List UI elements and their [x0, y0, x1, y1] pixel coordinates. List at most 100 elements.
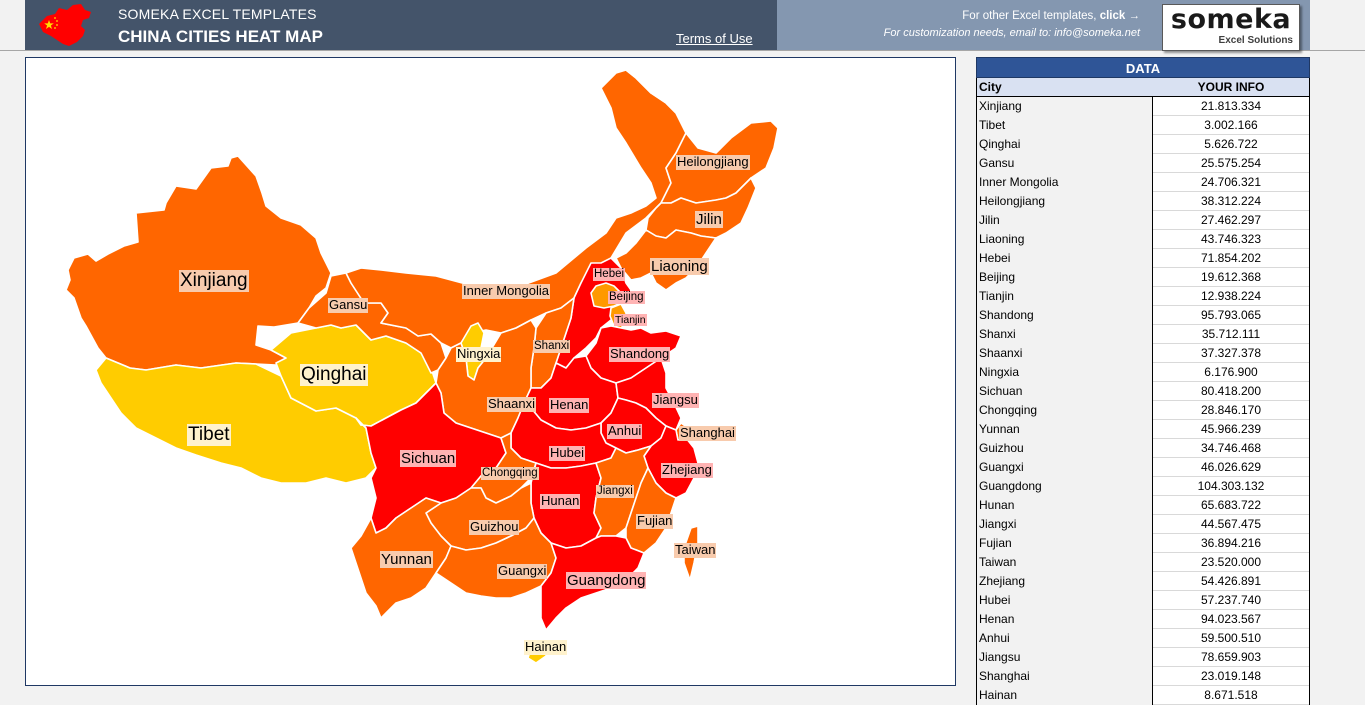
table-row: Sichuan 80.418.200 — [977, 382, 1309, 401]
value-cell[interactable]: 45.966.239 — [1153, 420, 1309, 439]
data-table-title: DATA — [976, 57, 1310, 78]
value-cell[interactable]: 44.567.475 — [1153, 515, 1309, 534]
value-cell[interactable]: 46.026.629 — [1153, 458, 1309, 477]
value-cell[interactable]: 65.683.722 — [1153, 496, 1309, 515]
promo-templates-text: For other Excel templates, click → — [962, 10, 1140, 22]
label-ningxia: Ningxia — [456, 346, 502, 362]
city-cell[interactable]: Hebei — [977, 249, 1153, 268]
data-table: DATA City YOUR INFO Xinjiang 21.813.334 Ti… — [976, 57, 1310, 705]
city-cell[interactable]: Fujian — [977, 534, 1153, 553]
city-cell[interactable]: Jiangsu — [977, 648, 1153, 667]
city-cell[interactable]: Sichuan — [977, 382, 1153, 401]
data-table-header-row: City YOUR INFO — [976, 78, 1310, 97]
city-cell[interactable]: Hubei — [977, 591, 1153, 610]
table-row: Tibet 3.002.166 — [977, 116, 1309, 135]
value-cell[interactable]: 3.002.166 — [1153, 116, 1309, 135]
city-cell[interactable]: Zhejiang — [977, 572, 1153, 591]
value-cell[interactable]: 25.575.254 — [1153, 154, 1309, 173]
city-cell[interactable]: Shanghai — [977, 667, 1153, 686]
city-cell[interactable]: Tianjin — [977, 287, 1153, 306]
value-cell[interactable]: 78.659.903 — [1153, 648, 1309, 667]
value-cell[interactable]: 12.938.224 — [1153, 287, 1309, 306]
table-row: Shandong 95.793.065 — [977, 306, 1309, 325]
table-row: Fujian 36.894.216 — [977, 534, 1309, 553]
value-cell[interactable]: 54.426.891 — [1153, 572, 1309, 591]
label-hebei: Hebei — [593, 268, 626, 282]
value-cell[interactable]: 57.237.740 — [1153, 591, 1309, 610]
label-henan: Henan — [549, 397, 590, 413]
city-cell[interactable]: Yunnan — [977, 420, 1153, 439]
value-cell[interactable]: 6.176.900 — [1153, 363, 1309, 382]
city-cell[interactable]: Beijing — [977, 268, 1153, 287]
value-cell[interactable]: 23.520.000 — [1153, 553, 1309, 572]
value-cell[interactable]: 27.462.297 — [1153, 211, 1309, 230]
value-cell[interactable]: 24.706.321 — [1153, 173, 1309, 192]
city-cell[interactable]: Taiwan — [977, 553, 1153, 572]
label-inner-mongolia: Inner Mongolia — [462, 283, 550, 299]
city-cell[interactable]: Jilin — [977, 211, 1153, 230]
value-cell[interactable]: 8.671.518 — [1153, 686, 1309, 705]
value-cell[interactable]: 37.327.378 — [1153, 344, 1309, 363]
value-cell[interactable]: 35.712.111 — [1153, 325, 1309, 344]
city-cell[interactable]: Guangdong — [977, 477, 1153, 496]
label-guangdong: Guangdong — [566, 572, 647, 590]
header-banner: SOMEKA EXCEL TEMPLATES CHINA CITIES HEAT… — [25, 0, 777, 50]
value-cell[interactable]: 71.854.202 — [1153, 249, 1309, 268]
value-cell[interactable]: 28.846.170 — [1153, 401, 1309, 420]
value-cell[interactable]: 95.793.065 — [1153, 306, 1309, 325]
table-row: Shanxi 35.712.111 — [977, 325, 1309, 344]
value-cell[interactable]: 38.312.224 — [1153, 192, 1309, 211]
promo-click-link[interactable]: click → — [1100, 10, 1140, 22]
value-cell[interactable]: 59.500.510 — [1153, 629, 1309, 648]
province-inner-mongolia[interactable] — [345, 69, 687, 349]
label-shanghai: Shanghai — [679, 425, 736, 441]
city-cell[interactable]: Gansu — [977, 154, 1153, 173]
city-cell[interactable]: Anhui — [977, 629, 1153, 648]
city-cell[interactable]: Jiangxi — [977, 515, 1153, 534]
city-cell[interactable]: Shandong — [977, 306, 1153, 325]
column-header-your-info: YOUR INFO — [1197, 80, 1265, 94]
value-cell[interactable]: 23.019.148 — [1153, 667, 1309, 686]
label-shanxi: Shanxi — [533, 340, 571, 354]
city-cell[interactable]: Qinghai — [977, 135, 1153, 154]
label-heilongjiang: Heilongjiang — [676, 154, 750, 170]
city-cell[interactable]: Inner Mongolia — [977, 173, 1153, 192]
someka-logo[interactable]: someka Excel Solutions — [1162, 4, 1300, 51]
value-cell[interactable]: 80.418.200 — [1153, 382, 1309, 401]
label-guizhou: Guizhou — [469, 519, 520, 535]
value-cell[interactable]: 104.303.132 — [1153, 477, 1309, 496]
logo-sub-text: Excel Solutions — [1218, 35, 1293, 46]
data-table-body: Xinjiang 21.813.334 Tibet 3.002.166 Qinghai 5… — [976, 97, 1310, 705]
value-cell[interactable]: 43.746.323 — [1153, 230, 1309, 249]
value-cell[interactable]: 19.612.368 — [1153, 268, 1309, 287]
value-cell[interactable]: 94.023.567 — [1153, 610, 1309, 629]
label-hunan: Hunan — [540, 493, 581, 509]
city-cell[interactable]: Shanxi — [977, 325, 1153, 344]
table-row: Hunan 65.683.722 — [977, 496, 1309, 515]
city-cell[interactable]: Heilongjiang — [977, 192, 1153, 211]
table-row: Tianjin 12.938.224 — [977, 287, 1309, 306]
city-cell[interactable]: Hainan — [977, 686, 1153, 705]
city-cell[interactable]: Xinjiang — [977, 97, 1153, 116]
city-cell[interactable]: Shaanxi — [977, 344, 1153, 363]
value-cell[interactable]: 36.894.216 — [1153, 534, 1309, 553]
city-cell[interactable]: Liaoning — [977, 230, 1153, 249]
value-cell[interactable]: 34.746.468 — [1153, 439, 1309, 458]
city-cell[interactable]: Guangxi — [977, 458, 1153, 477]
table-row: Jiangsu 78.659.903 — [977, 648, 1309, 667]
city-cell[interactable]: Hunan — [977, 496, 1153, 515]
city-cell[interactable]: Chongqing — [977, 401, 1153, 420]
table-row: Inner Mongolia 24.706.321 — [977, 173, 1309, 192]
china-heat-map: Xinjiang Tibet Qinghai Gansu Inner Mongo… — [25, 57, 956, 686]
terms-of-use-link[interactable]: Terms of Use — [676, 31, 753, 46]
page-title: CHINA CITIES HEAT MAP — [118, 27, 323, 46]
city-cell[interactable]: Guizhou — [977, 439, 1153, 458]
value-cell[interactable]: 21.813.334 — [1153, 97, 1309, 116]
city-cell[interactable]: Ningxia — [977, 363, 1153, 382]
label-jiangsu: Jiangsu — [652, 392, 699, 408]
city-cell[interactable]: Henan — [977, 610, 1153, 629]
value-cell[interactable]: 5.626.722 — [1153, 135, 1309, 154]
table-row: Guizhou 34.746.468 — [977, 439, 1309, 458]
city-cell[interactable]: Tibet — [977, 116, 1153, 135]
label-jilin: Jilin — [695, 211, 723, 229]
